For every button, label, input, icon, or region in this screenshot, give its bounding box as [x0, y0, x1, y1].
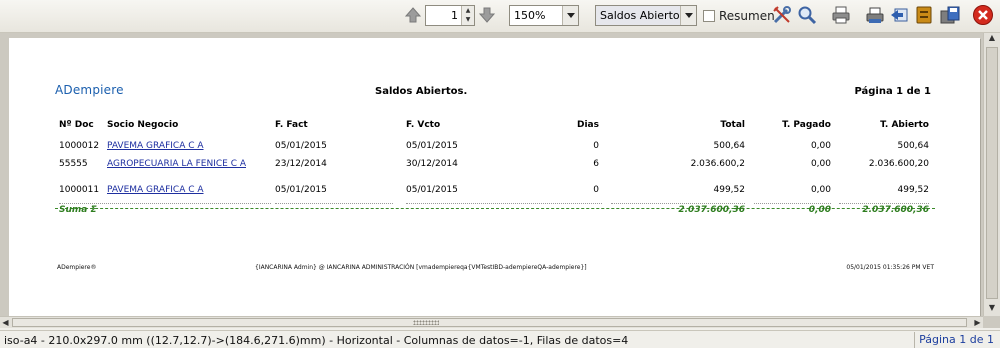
print-format-value: Saldos Abiertos. [600, 9, 689, 22]
cell-doc: 1000012 [59, 141, 100, 151]
col-header-dias: Dias [577, 120, 599, 130]
print-button[interactable] [830, 4, 852, 26]
horizontal-scroll-thumb[interactable] [12, 318, 967, 327]
toolbar: 1 ▲ ▼ 150% Saldos Abiertos. Resumen [0, 0, 1000, 33]
tools-icon [773, 6, 791, 24]
row-separator [275, 203, 393, 204]
report-title: Saldos Abiertos. [375, 86, 468, 97]
col-header-socio: Socio Negocio [107, 120, 179, 130]
printer-icon [832, 6, 850, 24]
print-preview-button[interactable] [864, 4, 886, 26]
cell-dias: 0 [593, 141, 599, 151]
arrow-up-icon [404, 7, 422, 23]
customize-button[interactable] [771, 4, 793, 26]
chevron-down-icon[interactable] [562, 6, 578, 25]
spinner-down-icon[interactable]: ▼ [462, 15, 474, 24]
col-header-doc: Nº Doc [59, 120, 94, 130]
print-format-select[interactable]: Saldos Abiertos. [595, 5, 697, 26]
cell-doc: 55555 [59, 159, 88, 169]
export-icon [891, 8, 908, 22]
row-separator [611, 203, 745, 204]
previous-page-button[interactable] [403, 4, 423, 26]
report-page: ADempiere Saldos Abiertos. Página 1 de 1… [9, 38, 980, 316]
footer-left: ADempiere® [57, 264, 97, 271]
chevron-down-icon[interactable] [680, 6, 696, 25]
resumen-label: Resumen [719, 9, 775, 23]
status-bar: iso-a4 - 210.0x297.0 mm ((12.7,12.7)->(1… [0, 330, 1000, 348]
next-page-button[interactable] [477, 4, 497, 26]
cell-abierto: 500,64 [897, 141, 930, 151]
cell-ffact: 05/01/2015 [275, 141, 327, 151]
cell-abierto: 2.036.600,20 [868, 159, 929, 169]
row-separator [839, 203, 929, 204]
close-button[interactable] [972, 4, 994, 26]
scroll-up-icon[interactable]: ▲ [984, 33, 1000, 46]
col-header-abierto: T. Abierto [880, 120, 929, 130]
scroll-down-icon[interactable]: ▼ [984, 303, 1000, 316]
cell-pagado: 0,00 [810, 141, 831, 151]
cell-socio-link[interactable]: AGROPECUARIA LA FENICE C A [107, 159, 246, 169]
status-text: iso-a4 - 210.0x297.0 mm ((12.7,12.7)->(1… [4, 334, 629, 347]
save-icon [940, 6, 960, 24]
sum-abierto: 2.037.600,36 [862, 205, 929, 215]
vertical-scroll-thumb[interactable] [986, 47, 998, 299]
col-header-ffact: F. Fact [275, 120, 308, 130]
resumen-checkbox[interactable]: Resumen [703, 9, 775, 23]
cell-socio-link[interactable]: PAVEMA GRAFICA C A [107, 185, 204, 195]
cell-pagado: 0,00 [810, 185, 831, 195]
cell-total: 500,64 [713, 141, 746, 151]
scroll-grip-icon [413, 320, 439, 325]
zoom-value: 150% [514, 9, 546, 22]
cell-fvcto: 05/01/2015 [406, 141, 458, 151]
page-number-spinner[interactable]: 1 ▲ ▼ [425, 5, 475, 26]
export-button[interactable] [888, 4, 910, 26]
cell-total: 2.036.600,2 [690, 159, 745, 169]
spinner-up-icon[interactable]: ▲ [462, 6, 474, 15]
adempiere-logo: ADempiere [55, 83, 124, 97]
footer-right: 05/01/2015 01:35:26 PM VET [846, 264, 934, 271]
vertical-scrollbar[interactable]: ▲ ▼ [983, 33, 1000, 316]
cell-fvcto: 30/12/2014 [406, 159, 458, 169]
sum-total: 2.037.600,36 [678, 205, 745, 215]
cell-ffact: 23/12/2014 [275, 159, 327, 169]
cell-dias: 6 [593, 159, 599, 169]
sum-label: Suma Σ [59, 205, 97, 215]
cell-pagado: 0,00 [810, 159, 831, 169]
archive-icon [916, 6, 932, 24]
horizontal-scrollbar[interactable]: ◀ ▶ [0, 316, 983, 328]
col-header-fvcto: F. Vcto [406, 120, 441, 130]
archive-button[interactable] [913, 4, 935, 26]
close-icon [973, 5, 993, 25]
scroll-left-icon[interactable]: ◀ [0, 317, 11, 328]
magnifier-icon [798, 6, 817, 25]
cell-fvcto: 05/01/2015 [406, 185, 458, 195]
arrow-down-icon [478, 7, 496, 23]
page-number-value: 1 [451, 9, 458, 22]
cell-doc: 1000011 [59, 185, 100, 195]
save-button[interactable] [939, 4, 961, 26]
report-page-number: Página 1 de 1 [854, 86, 931, 97]
cell-ffact: 05/01/2015 [275, 185, 327, 195]
checkbox-box[interactable] [703, 10, 715, 22]
col-header-total: Total [720, 120, 745, 130]
row-separator [754, 203, 831, 204]
report-viewer: ADempiere Saldos Abiertos. Página 1 de 1… [0, 33, 1000, 328]
footer-center: {IANCARINA Admin} @ IANCARINA ADMINISTRA… [255, 264, 587, 271]
row-separator [59, 203, 271, 204]
scroll-right-icon[interactable]: ▶ [972, 317, 983, 328]
sum-pagado: 0,00 [808, 205, 831, 215]
cell-socio-link[interactable]: PAVEMA GRAFICA C A [107, 141, 204, 151]
zoom-select[interactable]: 150% [509, 5, 579, 26]
col-header-pagado: T. Pagado [782, 120, 831, 130]
find-button[interactable] [796, 4, 818, 26]
cell-total: 499,52 [713, 185, 746, 195]
status-page-indicator: Página 1 de 1 [914, 332, 998, 348]
cell-abierto: 499,52 [897, 185, 930, 195]
print-preview-icon [866, 7, 884, 23]
cell-dias: 0 [593, 185, 599, 195]
row-separator [406, 203, 602, 204]
